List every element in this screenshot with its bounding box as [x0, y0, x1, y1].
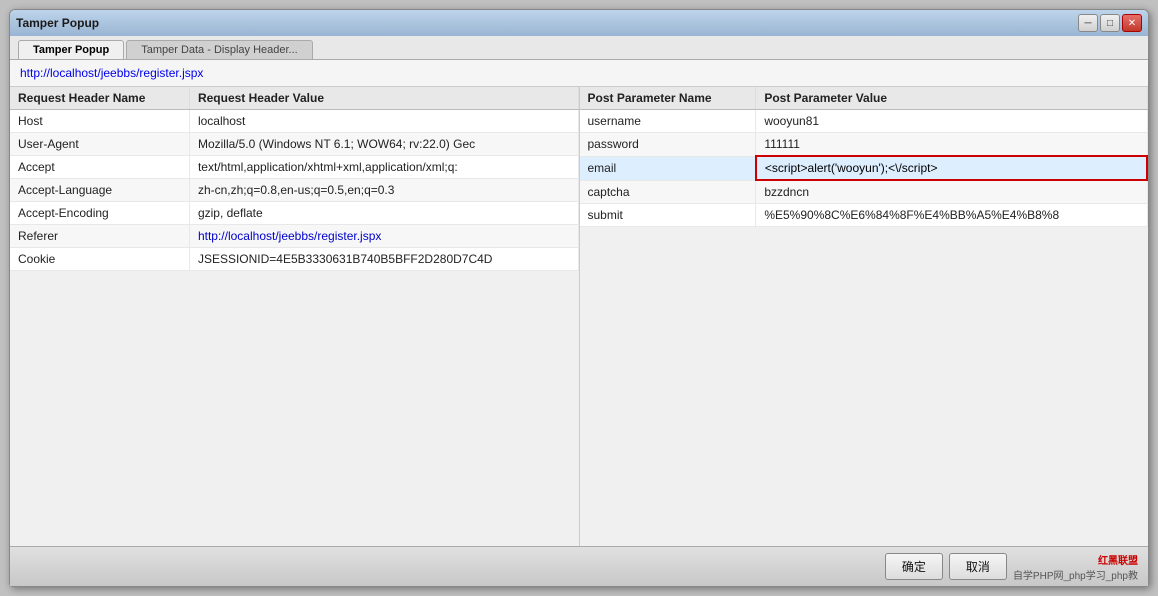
table-row: User-AgentMozilla/5.0 (Windows NT 6.1; W… — [10, 133, 578, 156]
title-bar: Tamper Popup ─ □ ✕ — [10, 10, 1148, 36]
maximize-button[interactable]: □ — [1100, 14, 1120, 32]
request-header-name-col: Request Header Name — [10, 87, 189, 110]
request-header-name: Host — [10, 110, 189, 133]
request-header-value-col: Request Header Value — [189, 87, 578, 110]
request-header-name: Cookie — [10, 248, 189, 271]
request-header-name: Accept-Language — [10, 179, 189, 202]
bottom-bar: 确定 取消 红黑联盟 自学PHP网_php学习_php教 — [10, 546, 1148, 586]
post-param-name: submit — [580, 204, 756, 227]
table-row: email<script>alert('wooyun');<\/script> — [580, 156, 1148, 180]
table-row: Accept-Languagezh-cn,zh;q=0.8,en-us;q=0.… — [10, 179, 578, 202]
table-row: password111111 — [580, 133, 1148, 157]
request-header-value: JSESSIONID=4E5B3330631B740B5BFF2D280D7C4… — [189, 248, 578, 271]
table-row: usernamewooyun81 — [580, 110, 1148, 133]
request-header-value: gzip, deflate — [189, 202, 578, 225]
request-header-value: http://localhost/jeebbs/register.jspx — [189, 225, 578, 248]
table-row: Accept-Encodinggzip, deflate — [10, 202, 578, 225]
watermark-line2: 自学PHP网_php学习_php教 — [1013, 567, 1138, 582]
minimize-button[interactable]: ─ — [1078, 14, 1098, 32]
request-headers-table: Request Header Name Request Header Value… — [10, 87, 579, 271]
post-param-value: bzzdncn — [756, 180, 1147, 204]
confirm-button[interactable]: 确定 — [885, 553, 943, 580]
table-row: captchabzzdncn — [580, 180, 1148, 204]
post-param-value: 111111 — [756, 133, 1147, 157]
post-param-name-col: Post Parameter Name — [580, 87, 756, 110]
post-param-value: %E5%90%8C%E6%84%8F%E4%BB%A5%E4%B8%8 — [756, 204, 1147, 227]
main-content: Request Header Name Request Header Value… — [10, 87, 1148, 546]
table-row: Accepttext/html,application/xhtml+xml,ap… — [10, 156, 578, 179]
request-header-value: zh-cn,zh;q=0.8,en-us;q=0.5,en;q=0.3 — [189, 179, 578, 202]
table-row: submit%E5%90%8C%E6%84%8F%E4%BB%A5%E4%B8%… — [580, 204, 1148, 227]
post-param-name: captcha — [580, 180, 756, 204]
window-controls: ─ □ ✕ — [1078, 14, 1142, 32]
post-param-name: email — [580, 156, 756, 180]
post-param-name: password — [580, 133, 756, 157]
post-params-table: Post Parameter Name Post Parameter Value… — [580, 87, 1149, 227]
watermark: 红黑联盟 自学PHP网_php学习_php教 — [1013, 552, 1138, 582]
request-header-value: localhost — [189, 110, 578, 133]
tab-tamper-data[interactable]: Tamper Data - Display Header... — [126, 40, 313, 59]
watermark-line1: 红黑联盟 — [1098, 552, 1138, 567]
post-param-value-col: Post Parameter Value — [756, 87, 1147, 110]
request-header-name: Accept-Encoding — [10, 202, 189, 225]
table-row: CookieJSESSIONID=4E5B3330631B740B5BFF2D2… — [10, 248, 578, 271]
post-params-panel: Post Parameter Name Post Parameter Value… — [580, 87, 1149, 546]
request-header-value: text/html,application/xhtml+xml,applicat… — [189, 156, 578, 179]
post-param-name: username — [580, 110, 756, 133]
request-header-name: Referer — [10, 225, 189, 248]
request-header-value: Mozilla/5.0 (Windows NT 6.1; WOW64; rv:2… — [189, 133, 578, 156]
tab-bar: Tamper Popup Tamper Data - Display Heade… — [10, 36, 1148, 60]
tamper-popup-window: Tamper Popup ─ □ ✕ Tamper Popup Tamper D… — [9, 9, 1149, 587]
table-row: Refererhttp://localhost/jeebbs/register.… — [10, 225, 578, 248]
cancel-button[interactable]: 取消 — [949, 553, 1007, 580]
window-title: Tamper Popup — [16, 16, 99, 30]
post-param-value: wooyun81 — [756, 110, 1147, 133]
post-param-value: <script>alert('wooyun');<\/script> — [756, 156, 1147, 180]
tab-tamper-popup[interactable]: Tamper Popup — [18, 40, 124, 59]
request-header-name: User-Agent — [10, 133, 189, 156]
request-headers-panel: Request Header Name Request Header Value… — [10, 87, 580, 546]
table-row: Hostlocalhost — [10, 110, 578, 133]
url-bar: http://localhost/jeebbs/register.jspx — [10, 60, 1148, 87]
close-button[interactable]: ✕ — [1122, 14, 1142, 32]
request-header-name: Accept — [10, 156, 189, 179]
